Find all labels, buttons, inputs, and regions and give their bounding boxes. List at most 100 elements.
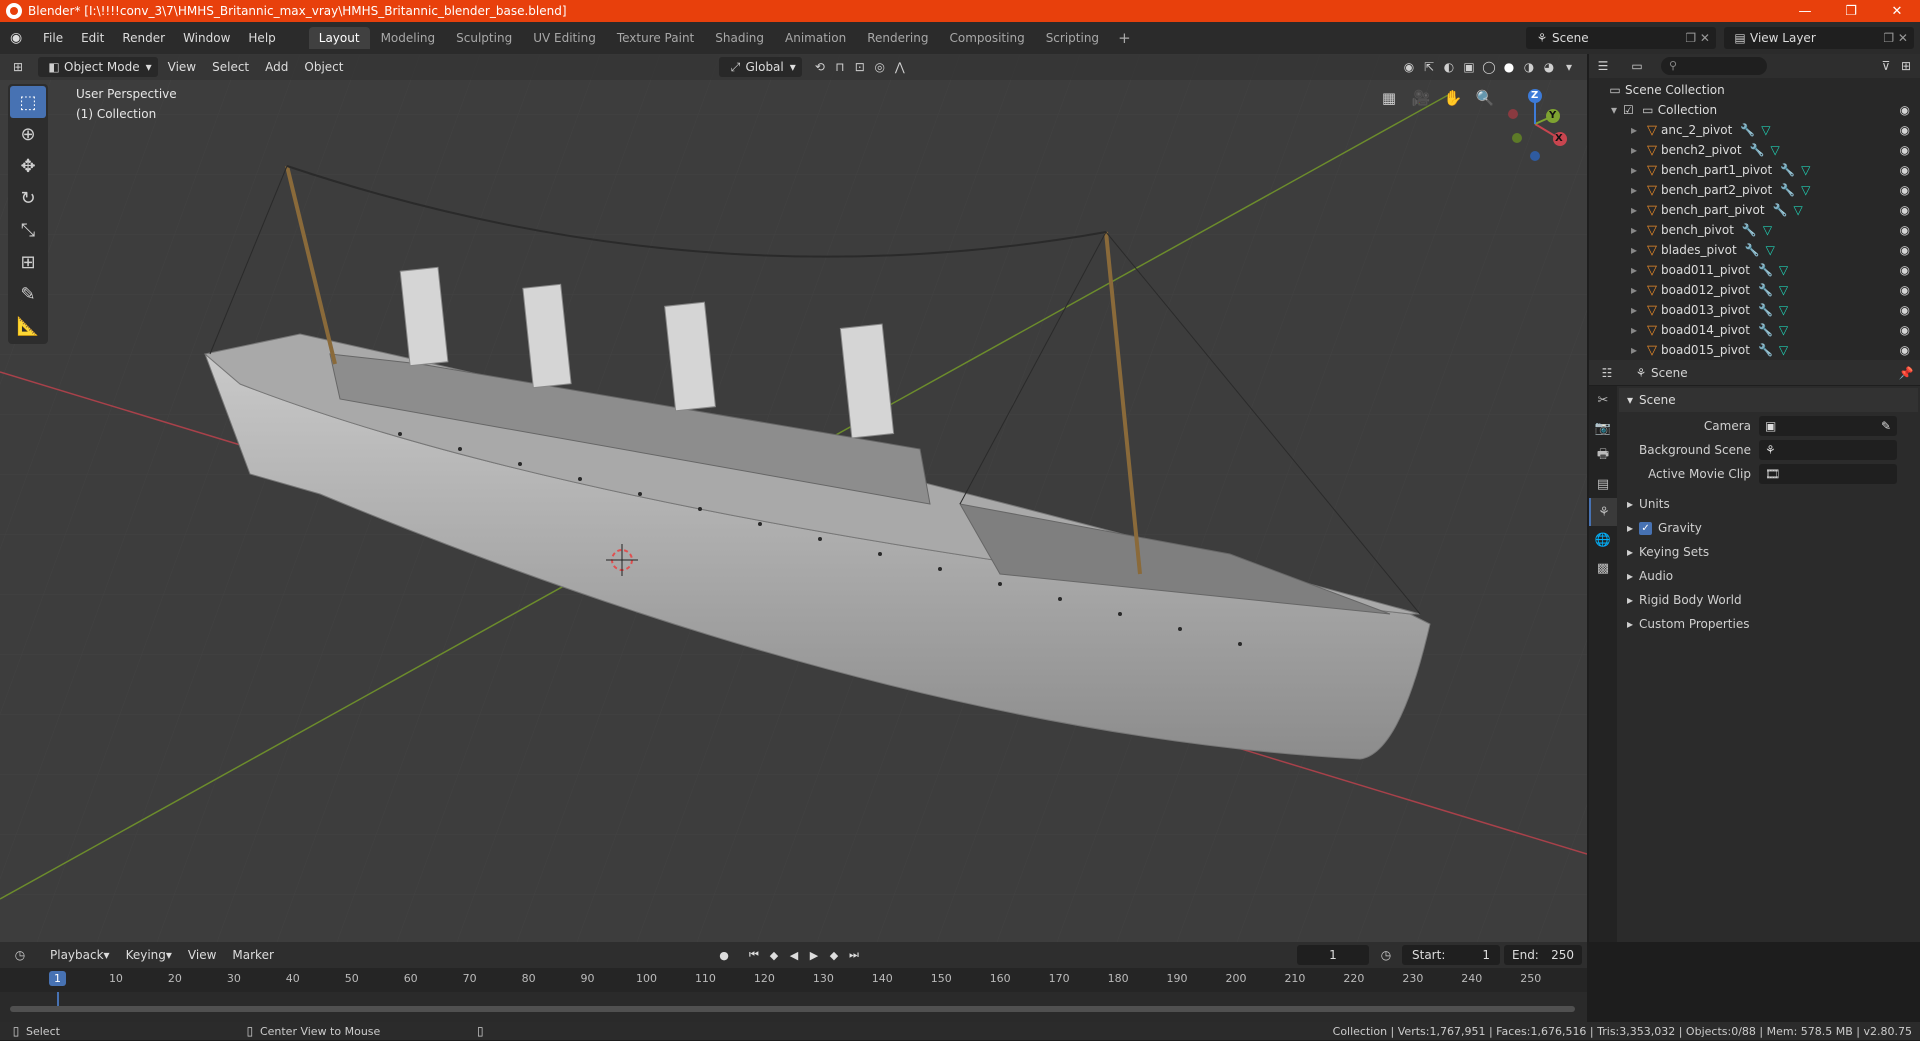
expand-arrow-icon[interactable]: ▸ bbox=[1631, 303, 1643, 317]
expand-arrow-icon[interactable]: ▸ bbox=[1631, 283, 1643, 297]
tab-compositing[interactable]: Compositing bbox=[939, 27, 1034, 49]
camera-field[interactable]: ▣ ✎ bbox=[1759, 416, 1897, 436]
visibility-icon[interactable]: ◉ bbox=[1399, 57, 1419, 77]
list-item[interactable]: ▸ ▽ blades_pivot 🔧 ▽ ◉ bbox=[1589, 240, 1920, 260]
gizmo-toggle-icon[interactable]: ⇱ bbox=[1419, 57, 1439, 77]
rendered-shading-icon[interactable]: ◕ bbox=[1539, 57, 1559, 77]
eye-icon[interactable]: ◉ bbox=[1900, 123, 1910, 137]
view-layer-tab-icon[interactable]: ▤ bbox=[1589, 470, 1617, 498]
scale-tool-icon[interactable]: ⤡ bbox=[10, 214, 46, 246]
eye-icon[interactable]: ◉ bbox=[1900, 143, 1910, 157]
eye-icon[interactable]: ◉ bbox=[1900, 163, 1910, 177]
frame-ruler[interactable]: 1 10 20 30 40 50 60 70 80 90 100 110 120 130 140 150 16… bbox=[0, 968, 1587, 992]
select-box-tool-icon[interactable]: ⬚ bbox=[10, 86, 46, 118]
move-tool-icon[interactable]: ✥ bbox=[10, 150, 46, 182]
timeline-track[interactable] bbox=[0, 992, 1587, 1022]
tab-rendering[interactable]: Rendering bbox=[857, 27, 938, 49]
audio-panel-header[interactable]: ▸ Audio bbox=[1617, 564, 1920, 588]
expand-arrow-icon[interactable]: ▸ bbox=[1631, 143, 1643, 157]
render-tab-icon[interactable]: 📷 bbox=[1589, 414, 1617, 442]
jump-end-icon[interactable]: ⏭ bbox=[845, 946, 863, 964]
gravity-checkbox[interactable]: ✓ bbox=[1639, 521, 1653, 535]
editor-type-icon[interactable]: ⊞ bbox=[8, 57, 28, 77]
timeline-menu-playback[interactable]: Playback ▾ bbox=[44, 945, 116, 965]
maximize-button[interactable]: ❐ bbox=[1828, 4, 1874, 19]
measure-tool-icon[interactable]: 📐 bbox=[10, 310, 46, 342]
tab-shading[interactable]: Shading bbox=[705, 27, 774, 49]
movie-clip-field[interactable]: 🎞 bbox=[1759, 464, 1897, 484]
current-frame-indicator[interactable]: 1 bbox=[49, 971, 66, 986]
eye-icon[interactable]: ◉ bbox=[1900, 103, 1910, 117]
falloff-icon[interactable]: ⋀ bbox=[890, 57, 910, 77]
keying-sets-panel-header[interactable]: ▸ Keying Sets bbox=[1617, 540, 1920, 564]
material-shading-icon[interactable]: ◑ bbox=[1519, 57, 1539, 77]
menu-render[interactable]: Render bbox=[113, 31, 174, 45]
tool-tab-icon[interactable]: ✂ bbox=[1589, 386, 1617, 414]
timeline-scrollbar[interactable] bbox=[10, 1006, 1575, 1012]
current-frame-field[interactable]: 1 bbox=[1297, 945, 1369, 965]
clock-icon[interactable]: ◷ bbox=[1376, 945, 1396, 965]
properties-editor-icon[interactable]: ☷ bbox=[1597, 363, 1617, 383]
start-frame-field[interactable]: Start: 1 bbox=[1402, 945, 1500, 965]
expand-arrow-icon[interactable]: ▸ bbox=[1631, 223, 1643, 237]
tab-animation[interactable]: Animation bbox=[775, 27, 856, 49]
display-mode-icon[interactable]: ▭ bbox=[1627, 56, 1647, 76]
tab-layout[interactable]: Layout bbox=[308, 27, 370, 49]
pan-hand-icon[interactable]: ✋ bbox=[1439, 84, 1467, 112]
view-layer-selector[interactable]: ▤ View Layer ❐ ✕ bbox=[1724, 27, 1914, 49]
timeline-menu-keying[interactable]: Keying ▾ bbox=[120, 945, 178, 965]
list-item[interactable]: ▸ ▽ boad014_pivot 🔧 ▽ ◉ bbox=[1589, 320, 1920, 340]
3d-viewport[interactable]: X Y Z ⊞ ◧ Object Mode ▾ View Select Add … bbox=[0, 54, 1587, 942]
expand-arrow-icon[interactable]: ▾ bbox=[1611, 103, 1623, 117]
eye-icon[interactable]: ◉ bbox=[1900, 203, 1910, 217]
eye-icon[interactable]: ◉ bbox=[1900, 223, 1910, 237]
eye-icon[interactable]: ◉ bbox=[1900, 283, 1910, 297]
scene-panel-header[interactable]: ▾ Scene bbox=[1619, 388, 1918, 412]
background-scene-field[interactable]: ⚘ bbox=[1759, 440, 1897, 460]
menu-window[interactable]: Window bbox=[174, 31, 239, 45]
annotate-tool-icon[interactable]: ✎ bbox=[10, 278, 46, 310]
expand-arrow-icon[interactable]: ▸ bbox=[1631, 163, 1643, 177]
menu-file[interactable]: File bbox=[34, 31, 72, 45]
transform-orientation-dropdown[interactable]: ⤢ Global ▾ bbox=[719, 57, 802, 77]
expand-arrow-icon[interactable]: ▸ bbox=[1631, 123, 1643, 137]
checkbox-icon[interactable]: ☑ bbox=[1623, 103, 1634, 117]
xray-icon[interactable]: ▣ bbox=[1459, 57, 1479, 77]
tab-texture-paint[interactable]: Texture Paint bbox=[607, 27, 704, 49]
zoom-icon[interactable]: 🔍 bbox=[1471, 84, 1499, 112]
viewport-menu-select[interactable]: Select bbox=[206, 57, 255, 77]
transform-tool-icon[interactable]: ⊞ bbox=[10, 246, 46, 278]
mode-dropdown[interactable]: ◧ Object Mode ▾ bbox=[38, 57, 158, 77]
tab-sculpting[interactable]: Sculpting bbox=[446, 27, 522, 49]
list-item[interactable]: ▸ ▽ bench_pivot 🔧 ▽ ◉ bbox=[1589, 220, 1920, 240]
list-item[interactable]: ▸ ▽ bench_part_pivot 🔧 ▽ ◉ bbox=[1589, 200, 1920, 220]
list-item[interactable]: ▸ ▽ boad015_pivot 🔧 ▽ ◉ bbox=[1589, 340, 1920, 360]
shading-options-icon[interactable]: ▾ bbox=[1559, 57, 1579, 77]
pin-icon[interactable]: 📌 bbox=[1896, 363, 1916, 383]
gizmo-y-label[interactable]: Y bbox=[1549, 110, 1556, 121]
texture-tab-icon[interactable]: ▩ bbox=[1589, 554, 1617, 582]
eye-icon[interactable]: ◉ bbox=[1900, 183, 1910, 197]
menu-help[interactable]: Help bbox=[239, 31, 284, 45]
timeline-editor-icon[interactable]: ◷ bbox=[10, 945, 30, 965]
gizmo-x-label[interactable]: X bbox=[1555, 133, 1563, 144]
solid-shading-icon[interactable]: ● bbox=[1499, 57, 1519, 77]
timeline-menu-marker[interactable]: Marker bbox=[226, 945, 279, 965]
new-collection-icon[interactable]: ⊞ bbox=[1896, 56, 1916, 76]
blender-logo-icon[interactable]: ◉ bbox=[10, 30, 26, 46]
tab-uv-editing[interactable]: UV Editing bbox=[523, 27, 606, 49]
snap-target-icon[interactable]: ⊡ bbox=[850, 57, 870, 77]
list-item[interactable]: ▸ ▽ bench_part1_pivot 🔧 ▽ ◉ bbox=[1589, 160, 1920, 180]
snap-icon[interactable]: ⊓ bbox=[830, 57, 850, 77]
timeline-menu-view[interactable]: View bbox=[182, 945, 222, 965]
proportional-edit-icon[interactable]: ◎ bbox=[870, 57, 890, 77]
eye-icon[interactable]: ◉ bbox=[1900, 343, 1910, 357]
expand-arrow-icon[interactable]: ▸ bbox=[1631, 183, 1643, 197]
jump-start-icon[interactable]: ⏮ bbox=[745, 946, 763, 964]
scene-selector[interactable]: ⚘ Scene ❐ ✕ bbox=[1526, 27, 1716, 49]
eye-icon[interactable]: ◉ bbox=[1900, 263, 1910, 277]
eye-icon[interactable]: ◉ bbox=[1900, 243, 1910, 257]
rigid-body-world-panel-header[interactable]: ▸ Rigid Body World bbox=[1617, 588, 1920, 612]
rotate-tool-icon[interactable]: ↻ bbox=[10, 182, 46, 214]
list-item[interactable]: ▸ ▽ boad012_pivot 🔧 ▽ ◉ bbox=[1589, 280, 1920, 300]
